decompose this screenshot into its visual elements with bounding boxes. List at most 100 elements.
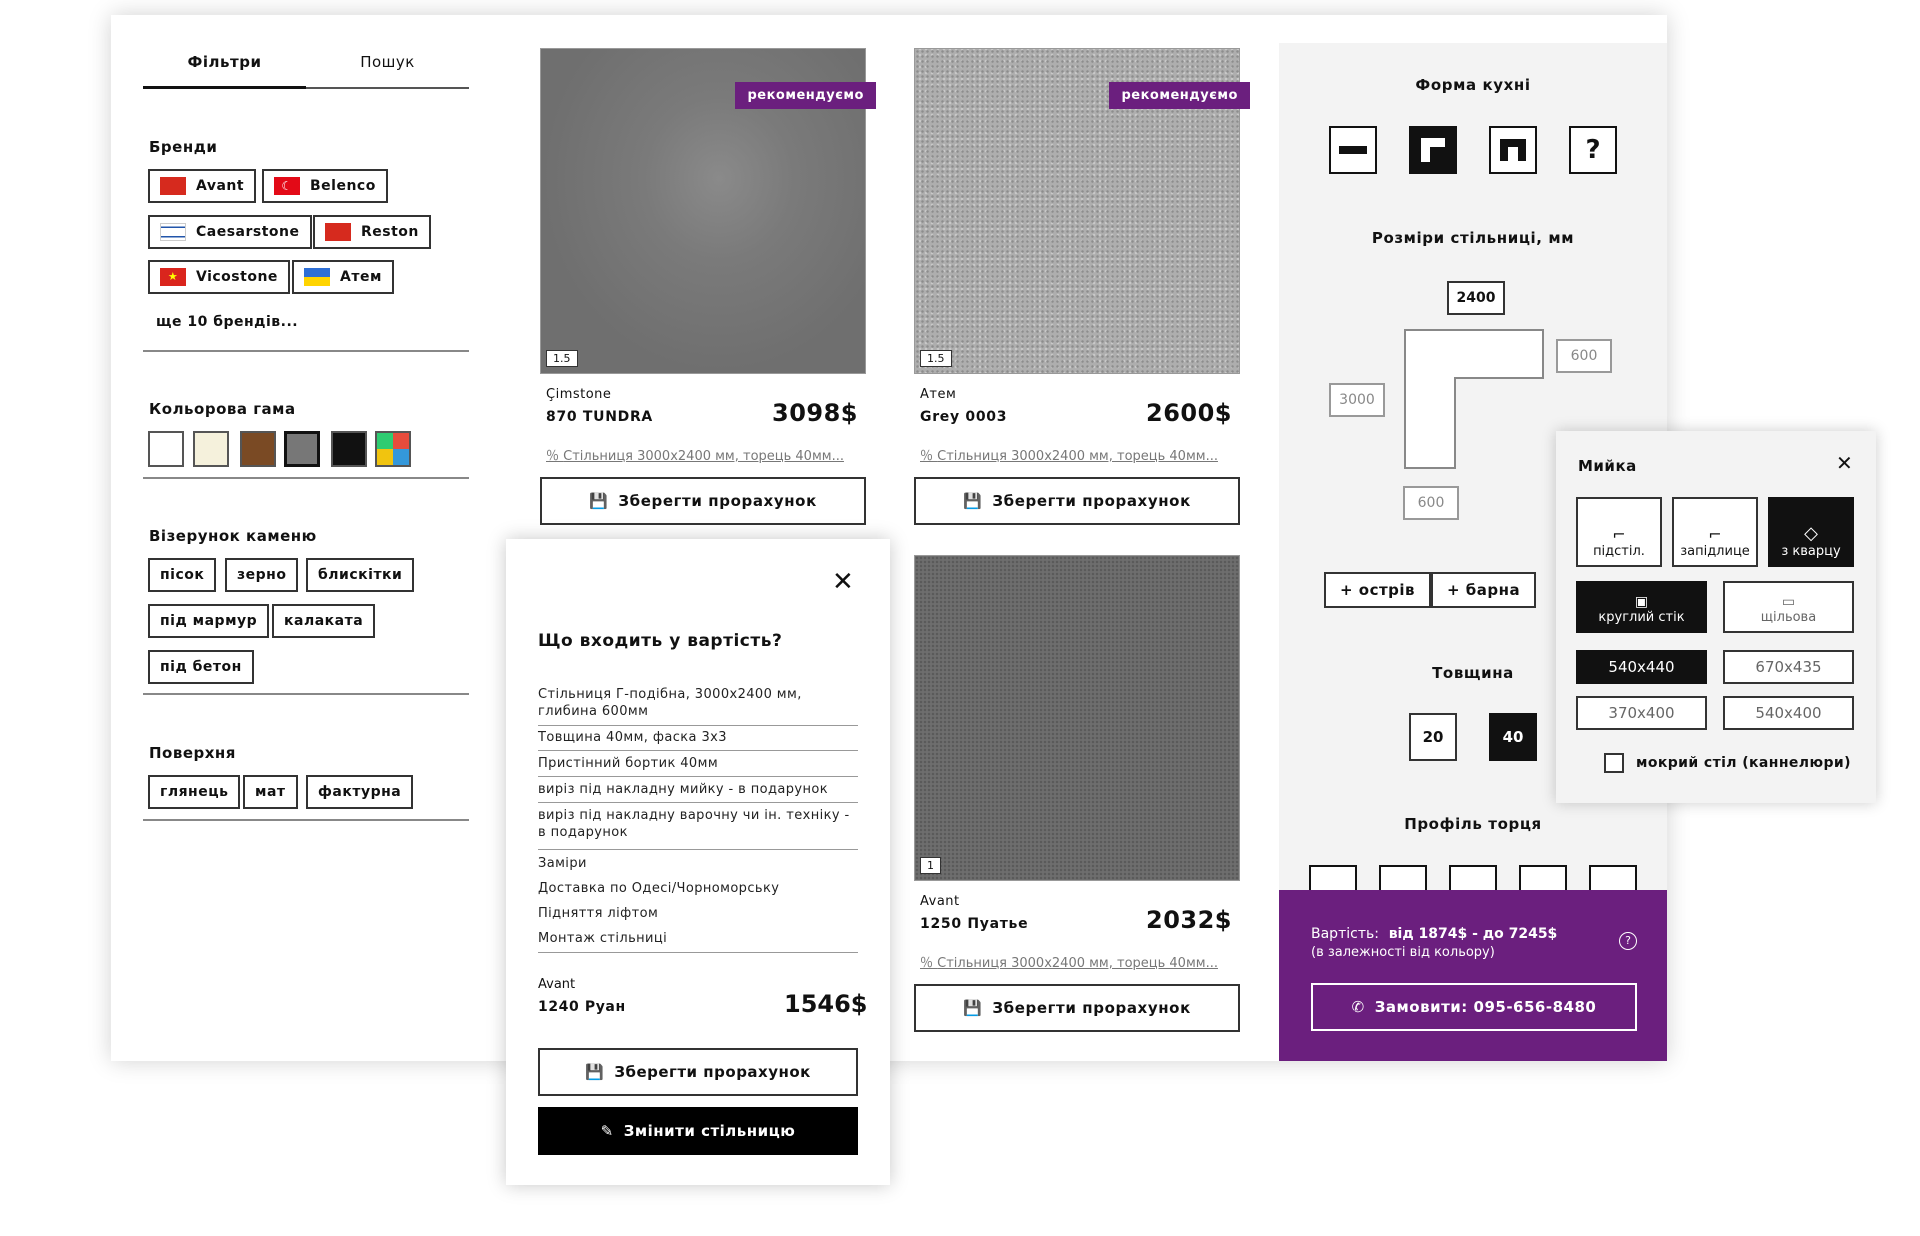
included-item: Пристінний бортик 40мм xyxy=(538,756,719,771)
flush-icon: ⌐ xyxy=(1708,525,1722,544)
thickness-tag: 1.5 xyxy=(920,350,952,367)
divider xyxy=(538,725,858,726)
pencil-icon: ✎ xyxy=(600,1122,614,1140)
sink-size-button[interactable]: 540x400 xyxy=(1723,696,1854,730)
shape-u-button[interactable] xyxy=(1489,126,1537,174)
dim-top-input[interactable]: 2400 xyxy=(1447,281,1505,315)
save-estimate-button[interactable]: 💾 Зберегти прорахунок xyxy=(540,477,866,525)
percent-icon: ％ xyxy=(920,449,938,464)
undermount-icon: ⌐ xyxy=(1612,525,1626,544)
color-swatch-black[interactable] xyxy=(331,431,367,467)
surface-chip-matte[interactable]: мат xyxy=(243,775,298,809)
brand-chip-avant[interactable]: Avant xyxy=(148,169,257,203)
tab-filters[interactable]: Фільтри xyxy=(143,53,306,89)
popup-product-name: 1240 Руан xyxy=(538,999,626,1015)
color-swatch-white[interactable] xyxy=(148,431,184,467)
help-icon[interactable]: ? xyxy=(1619,932,1637,950)
drain-slot-button[interactable]: ▭ щільова xyxy=(1723,581,1854,633)
sink-type-undermount[interactable]: ⌐ підстіл. xyxy=(1576,497,1662,567)
sink-size-button[interactable]: 540x440 xyxy=(1576,650,1707,684)
recommended-badge: рекомендуємо xyxy=(735,82,876,109)
dim-left-input[interactable]: 3000 xyxy=(1329,383,1385,417)
filter-tabs: Фільтри Пошук xyxy=(143,53,469,89)
color-swatch-grey[interactable] xyxy=(284,431,320,467)
color-swatch-multi[interactable] xyxy=(375,431,411,467)
divider xyxy=(143,819,469,821)
countertop-edge xyxy=(1454,377,1544,379)
shape-straight-button[interactable] xyxy=(1329,126,1377,174)
pattern-chip-sand[interactable]: пісок xyxy=(148,558,217,592)
brand-chip-atem[interactable]: Атем xyxy=(292,260,394,294)
add-bar-button[interactable]: + барна xyxy=(1431,572,1537,608)
kitchen-shape-title: Форма кухні xyxy=(1415,76,1531,94)
viber-icon: ✆ xyxy=(1351,998,1365,1016)
brand-chip-vicostone[interactable]: ★ Vicostone xyxy=(148,260,290,294)
save-estimate-button[interactable]: 💾 Зберегти прорахунок xyxy=(914,984,1240,1032)
pattern-chip-glitter[interactable]: блискітки xyxy=(306,558,415,592)
pattern-chip-grain[interactable]: зерно xyxy=(225,558,299,592)
pattern-chip-concrete[interactable]: під бетон xyxy=(148,650,254,684)
wet-table-label: мокрий стіл (каннелюри) xyxy=(1636,755,1851,771)
sink-type-flush[interactable]: ⌐ запідлице xyxy=(1672,497,1758,567)
dim-bottom-input[interactable]: 600 xyxy=(1403,486,1459,520)
drain-round-button[interactable]: ▣ круглий стік xyxy=(1576,581,1707,633)
product-brand: Avant xyxy=(920,894,960,909)
china-flag-icon xyxy=(160,177,186,195)
color-swatch-cream[interactable] xyxy=(193,431,229,467)
included-item: виріз під накладну варочну чи ін. технік… xyxy=(538,808,850,840)
tab-search[interactable]: Пошук xyxy=(306,53,469,71)
save-estimate-button[interactable]: 💾 Зберегти прорахунок xyxy=(538,1048,858,1096)
included-item: Підняття ліфтом xyxy=(538,906,659,921)
product-brand: Çimstone xyxy=(546,387,612,402)
included-item: Доставка по Одесі/Чорноморську xyxy=(538,881,780,896)
floppy-icon: 💾 xyxy=(585,1063,605,1081)
shape-l-button[interactable] xyxy=(1409,126,1457,174)
shape-unknown-button[interactable]: ? xyxy=(1569,126,1617,174)
ukraine-flag-icon xyxy=(304,268,330,286)
floppy-icon: 💾 xyxy=(963,492,983,510)
close-icon[interactable]: ✕ xyxy=(832,567,854,597)
color-swatch-brown[interactable] xyxy=(240,431,276,467)
product-price: 2600$ xyxy=(1146,399,1232,427)
add-island-button[interactable]: + острів xyxy=(1324,572,1432,608)
included-item: Товщина 40мм, фаска 3х3 xyxy=(538,730,727,745)
product-name: 1250 Пуатье xyxy=(920,916,1029,932)
included-item: Заміри xyxy=(538,856,587,871)
surface-title: Поверхня xyxy=(149,744,236,762)
thickness-20-button[interactable]: 20 xyxy=(1409,713,1457,761)
included-item: Монтаж стільниці xyxy=(538,931,668,946)
countertop-edge xyxy=(1454,377,1456,469)
divider xyxy=(143,350,469,352)
sink-size-button[interactable]: 370x400 xyxy=(1576,696,1707,730)
brand-chip-caesarstone[interactable]: Caesarstone xyxy=(148,215,312,249)
surface-chip-textured[interactable]: фактурна xyxy=(306,775,414,809)
change-countertop-button[interactable]: ✎ Змінити стільницю xyxy=(538,1107,858,1155)
pattern-chip-marble[interactable]: під мармур xyxy=(148,604,270,638)
pattern-chip-calacatta[interactable]: калаката xyxy=(272,604,376,638)
included-item: Стільниця Г-подібна, 3000х2400 мм, глиби… xyxy=(538,687,802,719)
surface-chip-gloss[interactable]: глянець xyxy=(148,775,241,809)
product-desc-link[interactable]: ％ Стільниця 3000x2400 мм, торець 40мм... xyxy=(546,445,866,464)
sink-type-quartz[interactable]: ◇ з кварцу xyxy=(1768,497,1854,567)
cost-line: Вартість: від 1874$ - до 7245$ xyxy=(1311,926,1558,942)
wet-table-checkbox[interactable] xyxy=(1604,753,1624,773)
israel-flag-icon xyxy=(160,223,186,241)
dim-right-input[interactable]: 600 xyxy=(1556,339,1612,373)
cost-note: (в залежності від кольору) xyxy=(1311,945,1495,960)
divider xyxy=(143,693,469,695)
divider xyxy=(538,750,858,751)
close-icon[interactable]: ✕ xyxy=(1836,451,1853,475)
sink-size-button[interactable]: 670x435 xyxy=(1723,650,1854,684)
pattern-title: Візерунок каменю xyxy=(149,527,317,545)
order-button[interactable]: ✆ Замовити: 095-656-8480 xyxy=(1311,983,1637,1031)
divider xyxy=(538,776,858,777)
save-estimate-button[interactable]: 💾 Зберегти прорахунок xyxy=(914,477,1240,525)
brand-chip-belenco[interactable]: ☾ Belenco xyxy=(262,169,388,203)
product-desc-link[interactable]: ％ Стільниця 3000x2400 мм, торець 40мм... xyxy=(920,445,1240,464)
stone-image[interactable] xyxy=(914,555,1240,881)
thickness-40-button[interactable]: 40 xyxy=(1489,713,1537,761)
more-brands-link[interactable]: ще 10 брендів... xyxy=(156,314,298,330)
brand-chip-reston[interactable]: Reston xyxy=(313,215,431,249)
product-desc-link[interactable]: ％ Стільниця 3000x2400 мм, торець 40мм... xyxy=(920,952,1240,971)
recommended-badge: рекомендуємо xyxy=(1109,82,1250,109)
